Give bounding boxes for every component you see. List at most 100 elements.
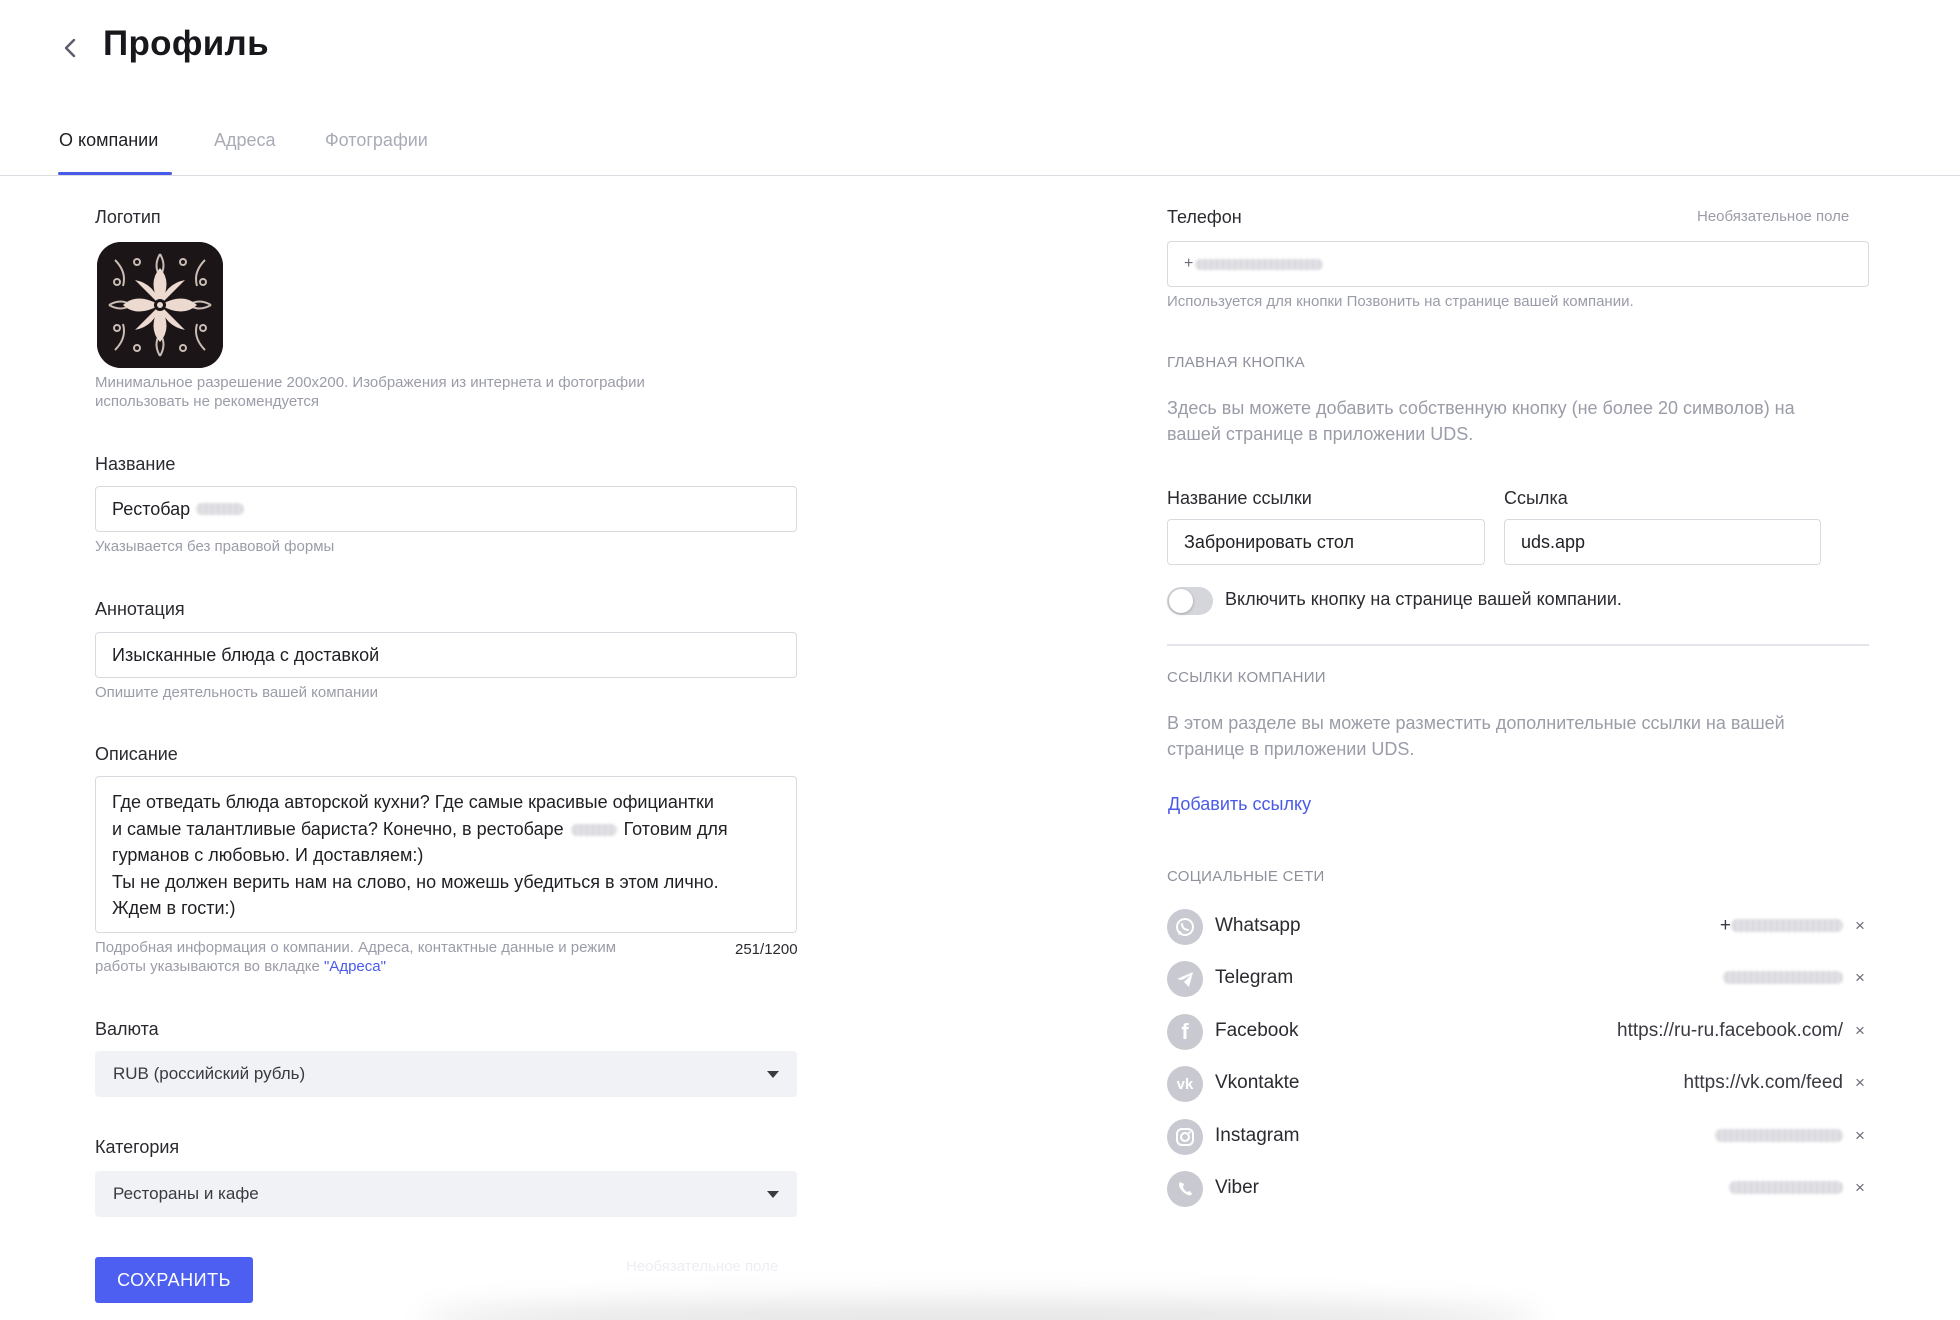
remove-instagram-button[interactable]: ×: [1851, 1125, 1869, 1147]
tab-addresses[interactable]: Адреса: [214, 130, 276, 151]
company-links-section-title: ССЫЛКИ КОМПАНИИ: [1167, 669, 1326, 686]
annotation-input[interactable]: Изысканные блюда с доставкой: [95, 632, 797, 678]
social-name: Instagram: [1215, 1125, 1300, 1146]
page-title: Профиль: [103, 24, 269, 63]
description-hint-line1: Подробная информация о компании. Адреса,…: [95, 939, 617, 956]
remove-facebook-button[interactable]: ×: [1851, 1020, 1869, 1042]
name-hint: Указывается без правовой формы: [95, 538, 335, 555]
company-name-value: Рестобар: [112, 498, 191, 519]
annotation-label: Аннотация: [95, 599, 185, 619]
enable-button-toggle[interactable]: [1167, 587, 1213, 615]
phone-value: +: [1184, 255, 1194, 272]
description-textarea[interactable]: Где отведать блюда авторской кухни? Где …: [95, 776, 797, 933]
name-label: Название: [95, 454, 176, 474]
chevron-left-icon: [64, 38, 76, 58]
social-row-telegram[interactable]: Telegram ×: [1167, 961, 1869, 1001]
tab-about-company[interactable]: О компании: [59, 130, 158, 151]
social-value: https://vk.com/feed: [1683, 1072, 1843, 1093]
social-name: Telegram: [1215, 967, 1294, 988]
description-line: Ты не должен верить нам на слово, но мож…: [112, 871, 719, 892]
social-row-vkontakte[interactable]: vk Vkontakte https://vk.com/feed ×: [1167, 1066, 1869, 1106]
social-row-facebook[interactable]: f Facebook https://ru-ru.facebook.com/ ×: [1167, 1014, 1869, 1054]
link-url-value: uds.app: [1521, 531, 1586, 552]
description-line: гурманов с любовью. И доставляем:): [112, 845, 424, 865]
remove-telegram-button[interactable]: ×: [1851, 967, 1869, 989]
redacted-text: [1729, 1181, 1843, 1195]
description-line: и самые талантливые бариста? Конечно, в …: [112, 818, 728, 839]
social-networks-section-title: СОЦИАЛЬНЫЕ СЕТИ: [1167, 868, 1325, 885]
company-logo[interactable]: [97, 242, 223, 368]
currency-value: RUB (российский рубль): [113, 1064, 306, 1083]
social-name: Viber: [1215, 1177, 1260, 1198]
bottom-panel-shadow: [420, 1300, 1540, 1320]
category-label: Категория: [95, 1137, 180, 1157]
section-divider: [1167, 644, 1869, 646]
main-button-section-title: ГЛАВНАЯ КНОПКА: [1167, 354, 1305, 371]
redacted-text: [570, 823, 617, 836]
remove-whatsapp-button[interactable]: ×: [1851, 915, 1869, 937]
phone-optional-note: Необязательное поле: [1697, 208, 1850, 225]
company-name-input[interactable]: Рестобар: [95, 486, 797, 532]
tab-bar: О компании Адреса Фотографии: [0, 122, 1960, 176]
back-button[interactable]: [56, 34, 84, 62]
category-select[interactable]: Рестораны и кафе: [95, 1171, 797, 1217]
description-line: Где отведать блюда авторской кухни? Где …: [112, 792, 714, 812]
currency-select[interactable]: RUB (российский рубль): [95, 1051, 797, 1097]
social-value: [1715, 1125, 1843, 1147]
caret-down-icon: [767, 1071, 779, 1078]
logo-hint-line2: использовать не рекомендуется: [95, 393, 320, 410]
redacted-text: [1731, 919, 1843, 933]
link-name-input[interactable]: Забронировать стол: [1167, 519, 1485, 565]
save-button[interactable]: СОХРАНИТЬ: [95, 1257, 253, 1303]
faded-optional-label: Необязательное поле: [626, 1258, 779, 1275]
tab-photos[interactable]: Фотографии: [325, 130, 428, 151]
description-hint-line2: работы указываются во вкладке "Адреса": [95, 958, 386, 975]
vk-icon: vk: [1167, 1066, 1203, 1102]
social-row-instagram[interactable]: Instagram ×: [1167, 1119, 1869, 1159]
social-value: [1729, 1177, 1843, 1199]
link-name-value: Забронировать стол: [1184, 531, 1354, 552]
description-char-counter: 251/1200: [735, 941, 798, 958]
social-value: +: [1720, 915, 1843, 937]
addresses-tab-link[interactable]: "Адреса": [324, 958, 386, 975]
phone-input[interactable]: +: [1167, 241, 1869, 287]
remove-viber-button[interactable]: ×: [1851, 1177, 1869, 1199]
active-tab-indicator: [58, 172, 172, 175]
phone-label: Телефон: [1167, 207, 1242, 227]
facebook-icon: f: [1167, 1014, 1203, 1050]
description-line: Ждем в гости:): [112, 898, 236, 918]
social-name: Whatsapp: [1215, 915, 1301, 936]
whatsapp-icon: [1167, 909, 1203, 945]
redacted-text: [1195, 258, 1324, 270]
page-header: Профиль: [0, 0, 1960, 100]
annotation-hint: Опишите деятельность вашей компании: [95, 684, 379, 701]
viber-icon: [1167, 1171, 1203, 1207]
link-name-label: Название ссылки: [1167, 488, 1312, 508]
toggle-label: Включить кнопку на странице вашей компан…: [1225, 589, 1622, 609]
social-name: Facebook: [1215, 1020, 1299, 1041]
social-row-viber[interactable]: Viber ×: [1167, 1171, 1869, 1211]
main-button-description: Здесь вы можете добавить собственную кно…: [1167, 398, 1795, 444]
logo-label: Логотип: [95, 207, 161, 227]
redacted-text: [1715, 1129, 1843, 1143]
social-value: https://ru-ru.facebook.com/: [1617, 1020, 1843, 1041]
social-row-whatsapp[interactable]: Whatsapp + ×: [1167, 909, 1869, 949]
description-label: Описание: [95, 744, 178, 764]
add-link-button[interactable]: Добавить ссылку: [1168, 794, 1311, 815]
company-links-description: В этом разделе вы можете разместить допо…: [1167, 713, 1785, 759]
link-label: Ссылка: [1504, 488, 1568, 508]
social-name: Vkontakte: [1215, 1072, 1300, 1093]
redacted-text: [1723, 971, 1843, 985]
caret-down-icon: [767, 1191, 779, 1198]
phone-hint: Используется для кнопки Позвонить на стр…: [1167, 293, 1634, 310]
remove-vkontakte-button[interactable]: ×: [1851, 1072, 1869, 1094]
telegram-icon: [1167, 961, 1203, 997]
instagram-icon: [1167, 1119, 1203, 1155]
logo-hint-line1: Минимальное разрешение 200х200. Изображе…: [95, 374, 645, 391]
flower-logo-icon: [97, 242, 223, 368]
currency-label: Валюта: [95, 1019, 159, 1039]
link-url-input[interactable]: uds.app: [1504, 519, 1821, 565]
category-value: Рестораны и кафе: [113, 1184, 259, 1203]
toggle-knob: [1169, 589, 1193, 613]
annotation-value: Изысканные блюда с доставкой: [112, 644, 380, 665]
